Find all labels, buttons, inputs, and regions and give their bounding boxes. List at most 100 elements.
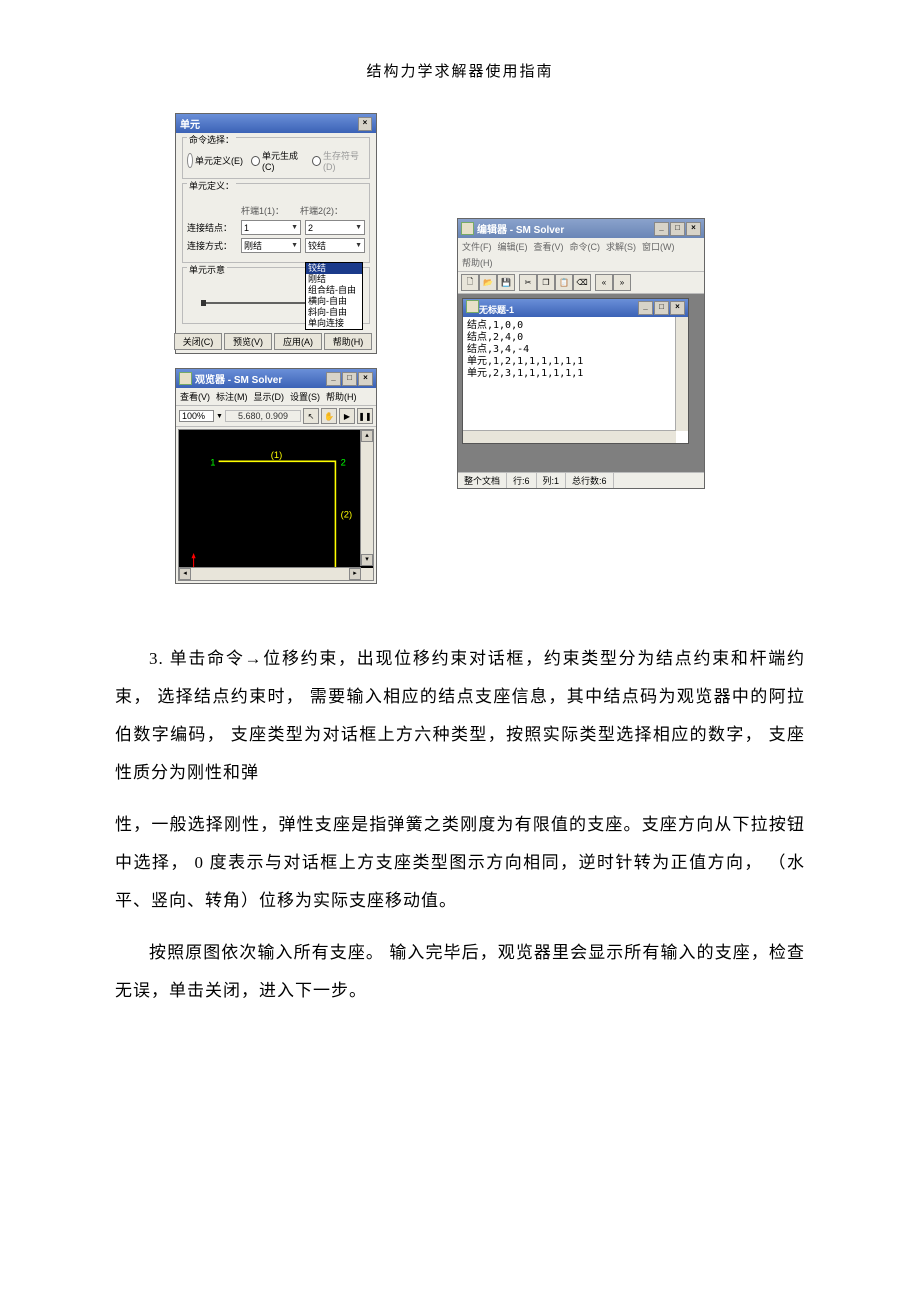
scroll-down-icon[interactable]: ▾ — [361, 554, 373, 566]
dialog-body: 命令选择： 单元定义(E) 单元生成(C) 生存符号(D) 单元定义： 杆端1(… — [176, 133, 376, 330]
minimize-button[interactable]: _ — [654, 222, 669, 236]
chevron-down-icon[interactable]: ▼ — [216, 413, 223, 420]
code-line: 结点,1,0,0 — [467, 320, 684, 332]
dropdown-option[interactable]: 组合结-自由 — [306, 285, 362, 296]
viewer-canvas[interactable]: 1 2 3 (1) (2) ▴ ▾ ◂ — [178, 429, 374, 581]
new-file-icon[interactable]: 🗋 — [461, 274, 479, 291]
code-line: 结点,2,4,0 — [467, 332, 684, 344]
type1-select[interactable]: 刚结▼ — [241, 238, 301, 253]
structure-diagram: 1 2 3 (1) (2) — [179, 430, 373, 586]
scroll-right-icon[interactable]: ▸ — [349, 568, 361, 580]
copy-icon[interactable]: ❐ — [537, 274, 555, 291]
screenshot-row: 单元 × 命令选择： 单元定义(E) 单元生成(C) 生存符号(D) 单元定义： — [175, 113, 805, 584]
scroll-up-icon[interactable]: ▴ — [361, 430, 373, 442]
dropdown-option[interactable]: 刚结 — [306, 274, 362, 285]
col2-header: 杆端2(2)： — [300, 204, 355, 217]
maximize-button[interactable]: □ — [654, 301, 669, 315]
menu-view[interactable]: 查看(V) — [180, 390, 210, 403]
menu-command[interactable]: 命令(C) — [570, 240, 601, 253]
radio-dot-icon — [312, 156, 321, 166]
status-scope: 整个文档 — [458, 473, 507, 488]
doc-icon — [466, 300, 479, 313]
menu-help[interactable]: 帮助(H) — [462, 256, 493, 269]
menu-file[interactable]: 文件(F) — [462, 240, 492, 253]
next-icon[interactable]: » — [613, 274, 631, 291]
menu-solve[interactable]: 求解(S) — [606, 240, 636, 253]
node2-select[interactable]: 2▼ — [305, 220, 365, 235]
hand-tool-icon[interactable]: ✋ — [321, 408, 337, 424]
child-window: 无标题-1 _ □ × 结点,1,0,0 结点,2,4,0 结点,3,4,-4 … — [462, 298, 689, 444]
col1-header: 杆端1(1)： — [241, 204, 296, 217]
vertical-scrollbar[interactable]: ▴ ▾ — [360, 430, 373, 566]
menu-help[interactable]: 帮助(H) — [326, 390, 357, 403]
editor-titlebar[interactable]: 编辑器 - SM Solver _ □ × — [458, 219, 704, 238]
editor-textarea[interactable]: 结点,1,0,0 结点,2,4,0 结点,3,4,-4 单元,1,2,1,1,1… — [463, 317, 688, 443]
label: 连接结点： — [187, 221, 237, 234]
radio-generate[interactable]: 单元生成(C) — [251, 149, 304, 172]
dropdown-option[interactable]: 横向-自由 — [306, 296, 362, 307]
unit-dialog: 单元 × 命令选择： 单元定义(E) 单元生成(C) 生存符号(D) 单元定义： — [175, 113, 377, 354]
editor-toolbar: 🗋 📂 💾 ✂ ❐ 📋 ⌫ « » — [458, 272, 704, 294]
unit-define-group: 单元定义： 杆端1(1)： 杆端2(2)： 连接结点： 1▼ 2▼ 连接 — [182, 183, 370, 263]
prev-icon[interactable]: « — [595, 274, 613, 291]
node1-select[interactable]: 1▼ — [241, 220, 301, 235]
menu-view[interactable]: 查看(V) — [534, 240, 564, 253]
editor-statusbar: 整个文档 行:6 列:1 总行数:6 — [458, 472, 704, 488]
save-icon[interactable]: 💾 — [497, 274, 515, 291]
help-button[interactable]: 帮助(H) — [324, 333, 372, 350]
editor-menubar[interactable]: 文件(F) 编辑(E) 查看(V) 命令(C) 求解(S) 窗口(W) 帮助(H… — [458, 238, 704, 272]
horizontal-scrollbar[interactable] — [463, 430, 676, 443]
type2-dropdown[interactable]: 铰结 刚结 组合结-自由 横向-自由 斜向-自由 单向连接 — [305, 262, 363, 330]
close-button[interactable]: 关闭(C) — [174, 333, 222, 350]
type2-select[interactable]: 铰结▼ — [305, 238, 365, 253]
close-button[interactable]: × — [686, 222, 701, 236]
close-button[interactable]: × — [358, 372, 373, 386]
coord-readout: 5.680, 0.909 — [225, 410, 301, 422]
dropdown-option[interactable]: 铰结 — [306, 263, 362, 274]
viewer-window: 观览器 - SM Solver _ □ × 查看(V) 标注(M) 显示(D) … — [175, 368, 377, 584]
radio-dot-icon — [251, 156, 260, 166]
zoom-select[interactable]: 100% — [179, 410, 214, 422]
mdi-area: 无标题-1 _ □ × 结点,1,0,0 结点,2,4,0 结点,3,4,-4 … — [458, 294, 704, 472]
menu-edit[interactable]: 编辑(E) — [498, 240, 528, 253]
minimize-button[interactable]: _ — [326, 372, 341, 386]
scroll-left-icon[interactable]: ◂ — [179, 568, 191, 580]
maximize-button[interactable]: □ — [670, 222, 685, 236]
menu-window[interactable]: 窗口(W) — [642, 240, 675, 253]
dialog-close-button[interactable]: × — [358, 117, 372, 131]
chevron-down-icon: ▼ — [291, 224, 298, 231]
code-line: 单元,2,3,1,1,1,1,1,1 — [467, 368, 684, 380]
child-titlebar[interactable]: 无标题-1 _ □ × — [463, 299, 688, 317]
left-column: 单元 × 命令选择： 单元定义(E) 单元生成(C) 生存符号(D) 单元定义： — [175, 113, 377, 584]
viewer-menubar[interactable]: 查看(V) 标注(M) 显示(D) 设置(S) 帮助(H) — [176, 388, 376, 406]
paste-icon[interactable]: 📋 — [555, 274, 573, 291]
pointer-tool-icon[interactable]: ↖ — [303, 408, 319, 424]
status-total: 总行数:6 — [566, 473, 614, 488]
menu-display[interactable]: 显示(D) — [254, 390, 285, 403]
menu-annotate[interactable]: 标注(M) — [216, 390, 248, 403]
open-file-icon[interactable]: 📂 — [479, 274, 497, 291]
vertical-scrollbar[interactable] — [675, 317, 688, 431]
maximize-button[interactable]: □ — [342, 372, 357, 386]
dropdown-option[interactable]: 单向连接 — [306, 318, 362, 329]
close-button[interactable]: × — [670, 301, 685, 315]
body-text: 3. 单击命令→位移约束，出现位移约束对话框，约束类型分为结点约束和杆端约束， … — [115, 640, 805, 1010]
cut-icon[interactable]: ✂ — [519, 274, 537, 291]
connect-node-row: 连接结点： 1▼ 2▼ — [187, 220, 365, 235]
play-icon[interactable]: ▶ — [339, 408, 355, 424]
pause-icon[interactable]: ❚❚ — [357, 408, 373, 424]
viewer-titlebar[interactable]: 观览器 - SM Solver _ □ × — [176, 369, 376, 388]
group-label: 单元定义： — [187, 179, 236, 192]
eraser-icon[interactable]: ⌫ — [573, 274, 591, 291]
horizontal-scrollbar[interactable]: ◂ ▸ — [179, 567, 361, 580]
dialog-titlebar[interactable]: 单元 × — [176, 114, 376, 133]
group-label: 命令选择： — [187, 133, 236, 146]
minimize-button[interactable]: _ — [638, 301, 653, 315]
radio-define[interactable]: 单元定义(E) — [187, 149, 243, 172]
dropdown-option[interactable]: 斜向-自由 — [306, 307, 362, 318]
menu-settings[interactable]: 设置(S) — [290, 390, 320, 403]
preview-button[interactable]: 预览(V) — [224, 333, 272, 350]
apply-button[interactable]: 应用(A) — [274, 333, 322, 350]
window-controls: _ □ × — [638, 301, 685, 315]
resize-grip-icon[interactable] — [361, 568, 373, 580]
